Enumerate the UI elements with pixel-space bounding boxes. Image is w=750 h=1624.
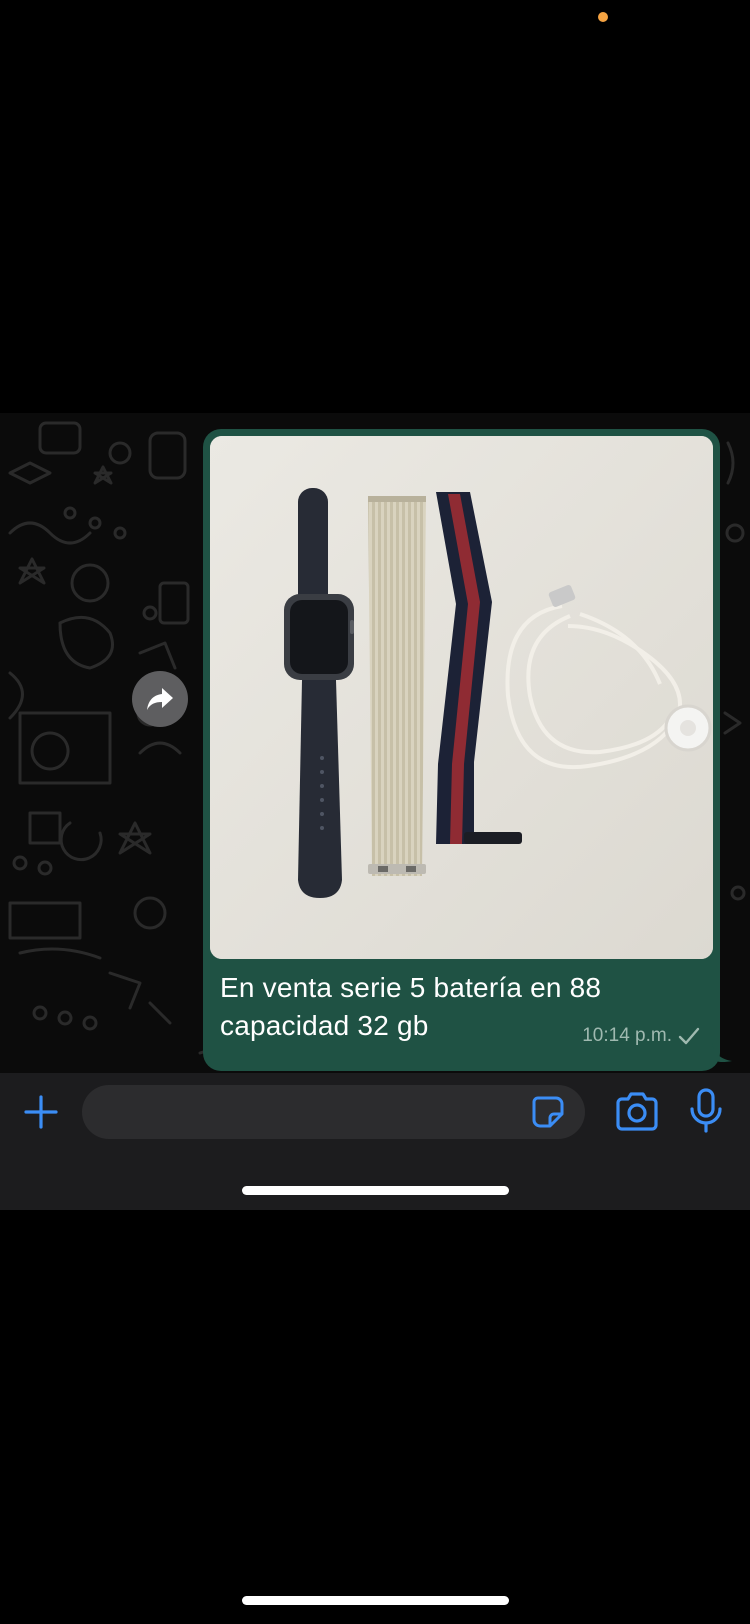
message-time: 10:14 p.m. [582, 1025, 672, 1046]
forward-button[interactable] [132, 671, 188, 727]
bubble-tail [712, 1043, 732, 1063]
single-check-icon [678, 1027, 700, 1045]
screen: En venta serie 5 batería en 88 capacidad… [0, 0, 750, 1624]
plus-icon [24, 1095, 58, 1129]
camera-icon[interactable] [614, 1091, 660, 1133]
privacy-indicator-dot [598, 12, 608, 22]
product-photo-icon [210, 436, 713, 959]
home-indicator[interactable] [242, 1186, 509, 1195]
attach-button[interactable] [20, 1091, 62, 1133]
message-photo[interactable] [210, 436, 713, 959]
forward-arrow-icon [147, 688, 173, 710]
chat-area[interactable]: En venta serie 5 batería en 88 capacidad… [0, 413, 750, 1073]
sticker-icon[interactable] [530, 1094, 566, 1130]
home-indicator-outer[interactable] [242, 1596, 509, 1605]
message-meta: 10:14 p.m. [582, 1025, 700, 1047]
outgoing-message-bubble[interactable]: En venta serie 5 batería en 88 capacidad… [203, 429, 732, 1071]
microphone-icon[interactable] [688, 1087, 724, 1135]
message-input[interactable] [82, 1085, 585, 1139]
